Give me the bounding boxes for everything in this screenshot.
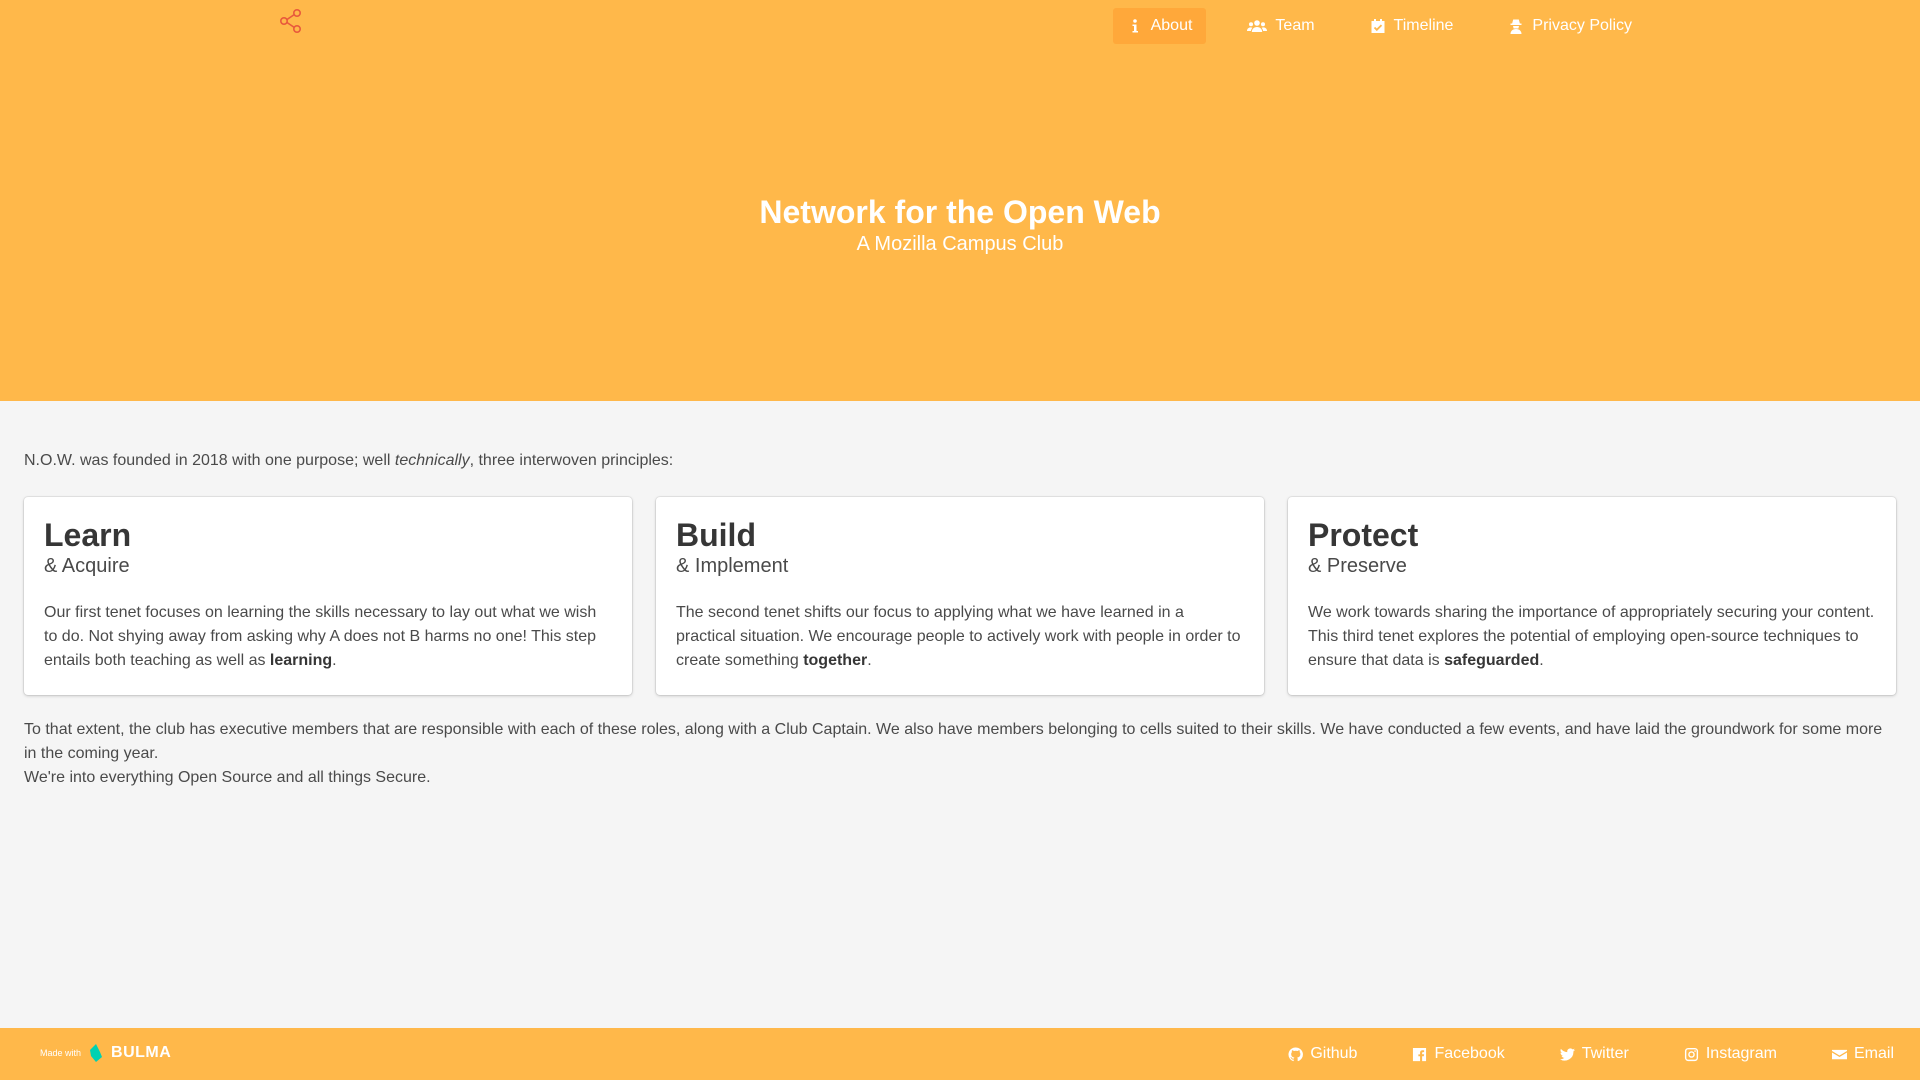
nav-team[interactable]: Team — [1233, 8, 1328, 44]
card-subtitle: & Preserve — [1308, 555, 1407, 577]
bulma-logo-icon — [90, 1044, 103, 1062]
footer-link-github[interactable]: Github — [1288, 1045, 1357, 1063]
card-protect: Protect & Preserve We work towards shari… — [1288, 497, 1896, 695]
footer: Made with BULMA Github Facebook Twitter — [0, 1028, 1920, 1080]
nav-about[interactable]: About — [1112, 8, 1207, 44]
card-text: We work towards sharing the importance o… — [1308, 601, 1876, 673]
footer-link-label: Github — [1310, 1045, 1358, 1062]
intro-text-after: , three interwoven principles: — [469, 452, 674, 469]
card-text-body: We work towards sharing the importance o… — [1308, 604, 1875, 669]
user-secret-icon — [1510, 19, 1522, 34]
card-text-end: . — [332, 652, 337, 669]
bulma-brand: BULMA — [111, 1044, 172, 1061]
intro-text: N.O.W. was founded in 2018 with one purp… — [24, 450, 673, 472]
principles-cards: Learn & Acquire Our first tenet focuses … — [24, 497, 1896, 695]
github-icon — [1288, 1046, 1304, 1061]
footer-links: Github Facebook Twitter Instagram Email — [1233, 1028, 1920, 1080]
facebook-icon — [1413, 1047, 1427, 1061]
card-text: Our first tenet focuses on learning the … — [44, 601, 612, 673]
share-logo-icon[interactable] — [278, 8, 304, 34]
hero-title: Network for the Open Web — [759, 194, 1161, 230]
card-title: Learn — [44, 517, 132, 553]
footer-link-label: Facebook — [1434, 1045, 1505, 1062]
footer-link-label: Twitter — [1581, 1045, 1629, 1062]
card-subtitle: & Implement — [676, 555, 789, 577]
card-text-bold: learning — [269, 652, 333, 669]
calendar-check-icon — [1371, 19, 1385, 33]
footer-link-facebook[interactable]: Facebook — [1412, 1045, 1505, 1063]
card-learn: Learn & Acquire Our first tenet focuses … — [24, 497, 632, 695]
card-title: Protect — [1308, 517, 1419, 553]
nav-about-label: About — [1150, 17, 1193, 34]
card-text-end: . — [1539, 652, 1544, 669]
outro-tagline: We're into everything Open Source and al… — [24, 769, 431, 786]
card-text-bold: together — [803, 652, 868, 669]
footer-link-twitter[interactable]: Twitter — [1559, 1045, 1629, 1063]
footer-link-email[interactable]: Email — [1831, 1045, 1894, 1063]
made-with-bulma-badge[interactable]: Made with BULMA — [40, 1044, 171, 1062]
footer-link-label: Instagram — [1705, 1045, 1777, 1062]
card-text: The second tenet shifts our focus to app… — [676, 601, 1244, 673]
outro-paragraph: To that extent, the club has executive m… — [24, 721, 1883, 762]
card-subtitle: & Acquire — [44, 555, 130, 577]
envelope-icon — [1831, 1049, 1847, 1059]
twitter-icon — [1559, 1047, 1575, 1061]
intro-text-before: N.O.W. was founded in 2018 with one purp… — [24, 452, 395, 469]
instagram-icon — [1684, 1047, 1698, 1061]
users-icon — [1247, 20, 1268, 32]
nav-privacy-policy[interactable]: Privacy Policy — [1494, 8, 1646, 44]
card-text-body: The second tenet shifts our focus to app… — [676, 604, 1241, 669]
nav-team-label: Team — [1275, 17, 1315, 34]
outro-text: To that extent, the club has executive m… — [24, 718, 1896, 790]
card-title: Build — [676, 517, 756, 553]
card-text-bold: safeguarded — [1444, 652, 1540, 669]
intro-emphasis: technically — [394, 452, 470, 469]
made-with-label: Made with — [40, 1048, 82, 1058]
nav-timeline-label: Timeline — [1393, 17, 1454, 34]
footer-link-label: Email — [1853, 1045, 1894, 1062]
main-nav: About Team Timeline Privacy Policy — [1112, 8, 1920, 44]
card-build: Build & Implement The second tenet shift… — [656, 497, 1264, 695]
info-icon — [1132, 19, 1138, 33]
nav-privacy-label: Privacy Policy — [1532, 17, 1632, 34]
hero-subtitle: A Mozilla Campus Club — [856, 233, 1064, 255]
nav-timeline[interactable]: Timeline — [1356, 8, 1468, 44]
card-text-end: . — [867, 652, 872, 669]
footer-link-instagram[interactable]: Instagram — [1684, 1045, 1777, 1063]
hero-banner: About Team Timeline Privacy Policy Netwo… — [0, 0, 1920, 401]
